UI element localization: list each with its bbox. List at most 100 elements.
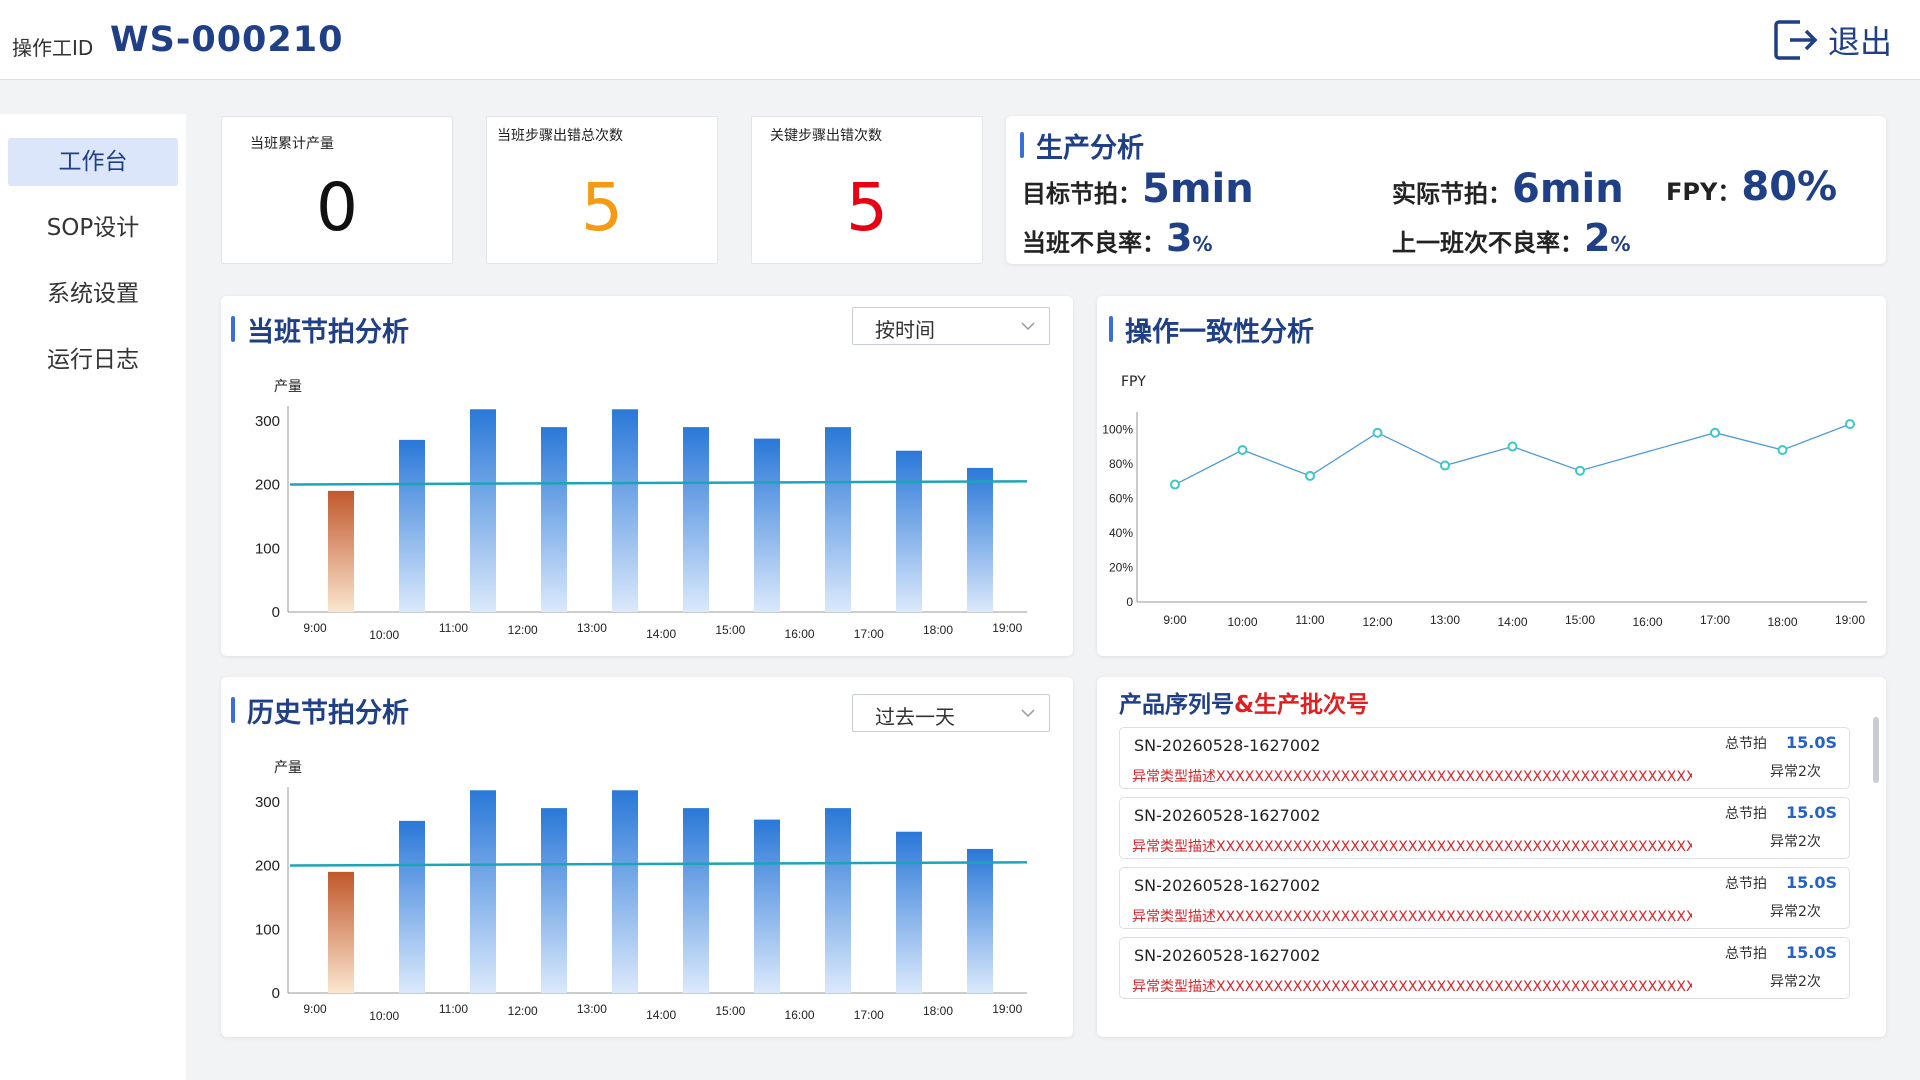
logout-icon bbox=[1774, 20, 1818, 60]
abnormal-count: 异常2次 bbox=[1770, 904, 1821, 920]
history-range-select[interactable]: 过去一天 bbox=[852, 694, 1050, 732]
chevron-down-icon bbox=[1021, 322, 1035, 331]
bar bbox=[541, 427, 567, 612]
y-tick-label: 60% bbox=[1109, 491, 1133, 505]
y-tick-label: 20% bbox=[1109, 560, 1133, 574]
y-tick-label: 0 bbox=[1126, 595, 1133, 609]
sidebar-item-system-settings[interactable]: 系统设置 bbox=[8, 270, 178, 318]
x-tick-label: 19:00 bbox=[1835, 613, 1865, 627]
select-value: 过去一天 bbox=[875, 705, 955, 729]
bar bbox=[683, 427, 709, 612]
total-takt-value: 15.0S bbox=[1786, 943, 1837, 962]
stat-card-key-step-errors: 关键步骤出错次数 5 bbox=[751, 116, 983, 264]
data-point bbox=[1372, 427, 1383, 438]
serial-list-card: 产品序列号&生产批次号 SN-20260528-1627002 异常类型描述XX… bbox=[1097, 677, 1886, 1037]
data-point bbox=[1845, 419, 1855, 430]
bar bbox=[399, 439, 425, 612]
x-tick-label: 17:00 bbox=[1700, 613, 1730, 627]
x-tick-label: 15:00 bbox=[1565, 613, 1595, 627]
x-tick-label: 14:00 bbox=[646, 1008, 676, 1022]
x-tick-label: 18:00 bbox=[923, 1004, 953, 1018]
total-takt-value: 15.0S bbox=[1786, 803, 1837, 822]
bar bbox=[328, 490, 354, 612]
shift-takt-mode-select[interactable]: 按时间 bbox=[852, 307, 1050, 345]
x-tick-label: 11:00 bbox=[439, 1002, 468, 1016]
actual-takt-value: 6min bbox=[1512, 166, 1624, 212]
shift-defect-rate: 当班不良率：3% bbox=[1022, 216, 1213, 260]
abnormal-count: 异常2次 bbox=[1770, 764, 1821, 780]
bar bbox=[399, 820, 425, 993]
bar bbox=[541, 808, 567, 993]
sidebar-item-sop-design[interactable]: SOP设计 bbox=[8, 204, 178, 252]
y-tick-label: 200 bbox=[255, 858, 280, 875]
stat-value: 0 bbox=[316, 169, 358, 246]
x-tick-label: 16:00 bbox=[785, 627, 815, 641]
y-tick-label: 0 bbox=[272, 985, 280, 1002]
x-tick-label: 10:00 bbox=[369, 628, 399, 642]
operator-id-value: WS-000210 bbox=[110, 20, 344, 60]
total-takt-label: 总节拍 bbox=[1725, 876, 1767, 892]
x-tick-label: 19:00 bbox=[992, 1002, 1022, 1016]
y-tick-label: 100 bbox=[255, 921, 280, 938]
bar bbox=[967, 467, 993, 612]
x-tick-label: 13:00 bbox=[577, 621, 607, 635]
x-tick-label: 14:00 bbox=[1497, 615, 1527, 629]
consistency-card: 操作一致性分析 FPY 0 20% 40% 60% 80% 100% 9:00 10:00 11… bbox=[1097, 296, 1886, 656]
sidebar-item-run-log[interactable]: 运行日志 bbox=[8, 336, 178, 384]
logout-label: 退出 bbox=[1827, 23, 1892, 61]
data-point bbox=[1237, 445, 1248, 455]
target-takt: 目标节拍：5min bbox=[1022, 166, 1254, 212]
actual-takt: 实际节拍：6min bbox=[1392, 166, 1624, 212]
serial-number: SN-20260528-1627002 bbox=[1134, 736, 1321, 755]
shift-defect-label: 当班不良率： bbox=[1022, 229, 1166, 257]
logout-button[interactable]: 退出 bbox=[1770, 16, 1892, 64]
stat-value: 5 bbox=[581, 169, 623, 246]
y-tick-label: 300 bbox=[255, 794, 280, 811]
x-tick-label: 10:00 bbox=[369, 1009, 399, 1023]
x-tick-label: 18:00 bbox=[923, 623, 953, 637]
abnormal-count: 异常2次 bbox=[1770, 974, 1821, 990]
fpy-line-chart: 0 20% 40% 60% 80% 100% 9:00 10:00 11:00 12:00 13:0… bbox=[1102, 412, 1867, 629]
fpy: FPY：80% bbox=[1666, 164, 1837, 210]
data-point bbox=[1170, 479, 1180, 490]
x-tick-label: 17:00 bbox=[854, 627, 884, 641]
y-axis-label: 产量 bbox=[274, 379, 302, 395]
total-takt-label: 总节拍 bbox=[1725, 946, 1767, 962]
history-takt-title: 历史节拍分析 bbox=[231, 691, 409, 730]
y-axis-label: FPY bbox=[1121, 374, 1146, 390]
bar bbox=[754, 438, 780, 612]
serial-row[interactable]: SN-20260528-1627002 异常类型描述XXXXXXXXXXXXXX… bbox=[1119, 867, 1850, 929]
serial-list-title: 产品序列号&生产批次号 bbox=[1119, 685, 1369, 719]
total-takt-value: 15.0S bbox=[1786, 873, 1837, 892]
error-description: 异常类型描述XXXXXXXXXXXXXXXXXXXXXXXXXXXXXXXXXX… bbox=[1132, 979, 1692, 995]
y-tick-label: 100% bbox=[1102, 422, 1133, 436]
serial-row[interactable]: SN-20260528-1627002 异常类型描述XXXXXXXXXXXXXX… bbox=[1119, 937, 1850, 999]
data-point bbox=[1575, 465, 1585, 476]
x-tick-label: 19:00 bbox=[992, 621, 1022, 635]
serial-title-part-2: &生产批次号 bbox=[1234, 692, 1370, 718]
y-tick-label: 40% bbox=[1109, 526, 1133, 540]
x-tick-label: 9:00 bbox=[303, 1002, 327, 1016]
prev-defect-unit: % bbox=[1610, 232, 1631, 256]
y-tick-label: 80% bbox=[1109, 457, 1133, 471]
data-point bbox=[1710, 427, 1720, 438]
consistency-title: 操作一致性分析 bbox=[1109, 310, 1314, 349]
serial-row[interactable]: SN-20260528-1627002 异常类型描述XXXXXXXXXXXXXX… bbox=[1119, 727, 1850, 789]
shift-takt-title: 当班节拍分析 bbox=[231, 310, 409, 349]
actual-takt-label: 实际节拍： bbox=[1392, 180, 1512, 208]
stat-card-shift-output: 当班累计产量 0 bbox=[221, 116, 453, 264]
stat-label: 关键步骤出错次数 bbox=[770, 128, 882, 144]
history-takt-bar-chart: 0 100 200 300 9:00 10:00 11:00 12:00 13:00 14:00 1… bbox=[255, 787, 1028, 1023]
x-tick-label: 13:00 bbox=[1430, 613, 1460, 627]
list-scrollbar[interactable] bbox=[1873, 717, 1879, 783]
stat-card-step-errors: 当班步骤出错总次数 5 bbox=[486, 116, 718, 264]
x-tick-label: 17:00 bbox=[854, 1008, 884, 1022]
serial-row[interactable]: SN-20260528-1627002 异常类型描述XXXXXXXXXXXXXX… bbox=[1119, 797, 1850, 859]
top-header: 操作工ID WS-000210 退出 bbox=[0, 0, 1920, 80]
x-tick-label: 13:00 bbox=[577, 1002, 607, 1016]
sidebar-item-workbench[interactable]: 工作台 bbox=[8, 138, 178, 186]
bar bbox=[470, 409, 496, 612]
total-takt-label: 总节拍 bbox=[1725, 736, 1767, 752]
prev-shift-defect-rate: 上一班次不良率：2% bbox=[1392, 216, 1631, 260]
x-tick-label: 16:00 bbox=[785, 1008, 815, 1022]
